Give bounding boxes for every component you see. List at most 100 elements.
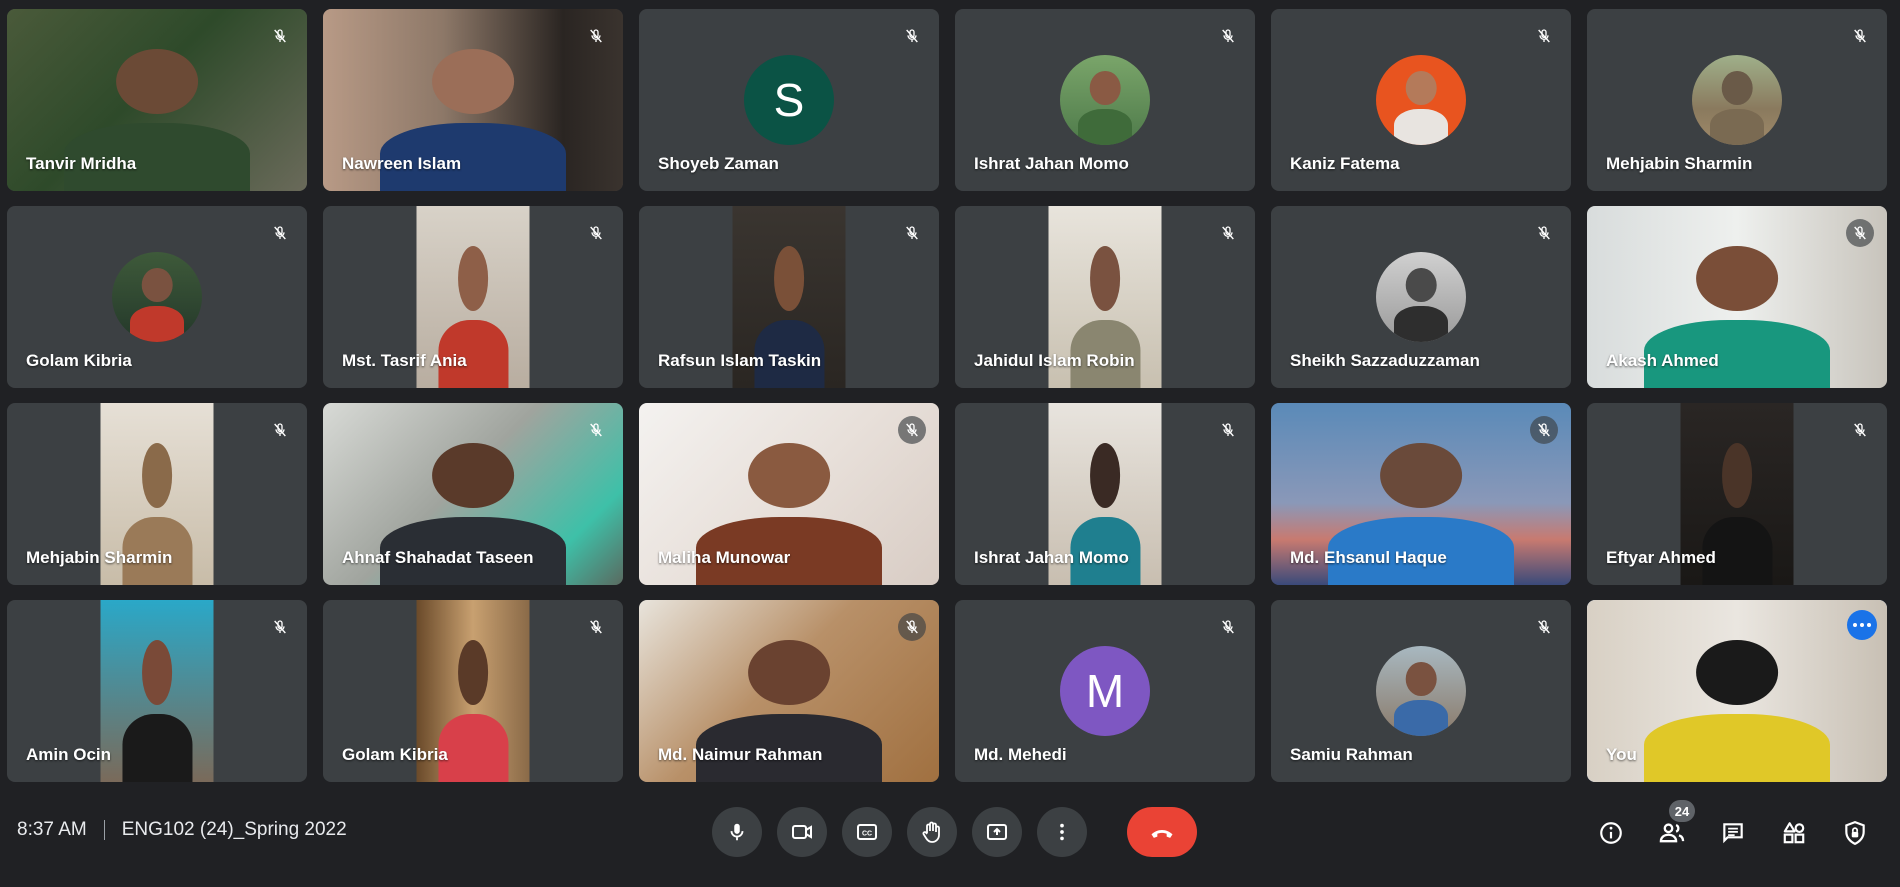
mic-off-icon [1846, 22, 1874, 50]
participant-tile[interactable]: Nawreen Islam [323, 9, 623, 191]
mic-off-icon [266, 22, 294, 50]
participant-tile[interactable]: M Md. Mehedi [955, 600, 1255, 782]
participant-tile[interactable]: Mehjabin Sharmin [1587, 9, 1887, 191]
meeting-details-button[interactable] [1592, 814, 1630, 852]
participant-tile[interactable]: Jahidul Islam Robin [955, 206, 1255, 388]
participant-figure [1644, 640, 1830, 782]
bottom-toolbar: 8:37 AM ENG102 (24)_Spring 2022 CC 24 [0, 793, 1900, 873]
participant-name: Mst. Tasrif Ania [342, 351, 467, 370]
hang-up-button[interactable] [1127, 807, 1197, 857]
participant-tile[interactable]: Amin Ocin [7, 600, 307, 782]
people-icon [1658, 819, 1686, 847]
participant-tile[interactable]: Eftyar Ahmed [1587, 403, 1887, 585]
participant-name: Nawreen Islam [342, 154, 462, 173]
mic-off-icon [898, 219, 926, 247]
participant-grid: Tanvir Mridha Nawreen Islam S Shoyeb Zam… [7, 9, 1887, 782]
camera-button[interactable] [777, 807, 827, 857]
participant-tile[interactable]: Tanvir Mridha [7, 9, 307, 191]
participant-name: Rafsun Islam Taskin [658, 351, 822, 370]
microphone-icon [726, 821, 748, 843]
mic-off-icon [582, 416, 610, 444]
microphone-button[interactable] [712, 807, 762, 857]
participant-tile[interactable]: S Shoyeb Zaman [639, 9, 939, 191]
host-controls-icon [1842, 820, 1868, 846]
mic-off-icon [1846, 416, 1874, 444]
mic-off-icon [1530, 219, 1558, 247]
meeting-title: ENG102 (24)_Spring 2022 [121, 819, 347, 840]
participant-name: Tanvir Mridha [26, 154, 137, 173]
participant-tile[interactable]: Kaniz Fatema [1271, 9, 1571, 191]
side-panel-icons: 24 [1592, 800, 1874, 852]
participant-tile[interactable]: Mehjabin Sharmin [7, 403, 307, 585]
participant-name: Md. Ehsanul Haque [1290, 548, 1447, 567]
mic-off-icon [582, 219, 610, 247]
more-options-button[interactable] [1037, 807, 1087, 857]
participant-name: You [1606, 745, 1637, 764]
mic-off-icon [582, 613, 610, 641]
mic-off-icon [1214, 416, 1242, 444]
more-options-button[interactable] [1847, 610, 1877, 640]
participant-tile[interactable]: Akash Ahmed [1587, 206, 1887, 388]
participant-tile[interactable]: Ishrat Jahan Momo [955, 9, 1255, 191]
mic-off-icon [1214, 219, 1242, 247]
mic-off-icon [1214, 613, 1242, 641]
participant-name: Ahnaf Shahadat Taseen [342, 548, 534, 567]
mic-off-icon [898, 613, 926, 641]
meeting-time: 8:37 AM [17, 819, 87, 840]
more-options-icon [1051, 821, 1073, 843]
participant-tile[interactable]: Samiu Rahman [1271, 600, 1571, 782]
participant-tile[interactable]: Mst. Tasrif Ania [323, 206, 623, 388]
raise-hand-icon [920, 820, 944, 844]
participant-tile[interactable]: Rafsun Islam Taskin [639, 206, 939, 388]
present-screen-icon [985, 820, 1009, 844]
activities-button[interactable] [1775, 814, 1813, 852]
mic-off-icon [898, 416, 926, 444]
participant-tile[interactable]: Ahnaf Shahadat Taseen [323, 403, 623, 585]
captions-button[interactable]: CC [842, 807, 892, 857]
mic-off-icon [1846, 219, 1874, 247]
meeting-info: 8:37 AM ENG102 (24)_Spring 2022 [17, 819, 347, 841]
participant-tile[interactable]: Sheikh Sazzaduzzaman [1271, 206, 1571, 388]
avatar-letter: S [773, 74, 805, 126]
chat-button[interactable] [1714, 814, 1752, 852]
mic-off-icon [266, 613, 294, 641]
participant-tile[interactable]: Golam Kibria [7, 206, 307, 388]
participant-name: Md. Naimur Rahman [658, 745, 823, 764]
activities-icon [1781, 820, 1807, 846]
participant-name: Amin Ocin [26, 745, 112, 764]
participant-tile[interactable]: Md. Ehsanul Haque [1271, 403, 1571, 585]
mic-off-icon [582, 22, 610, 50]
participant-video [100, 600, 214, 782]
avatar [1060, 55, 1150, 145]
mic-off-icon [1530, 22, 1558, 50]
avatar [112, 252, 202, 342]
mic-off-icon [1530, 416, 1558, 444]
participant-name: Ishrat Jahan Momo [974, 548, 1129, 567]
participant-name: Eftyar Ahmed [1606, 548, 1716, 567]
participant-name: Ishrat Jahan Momo [974, 154, 1129, 173]
participant-name: Samiu Rahman [1290, 745, 1413, 764]
participant-name: Sheikh Sazzaduzzaman [1290, 351, 1480, 370]
avatar [1376, 252, 1466, 342]
participant-name: Akash Ahmed [1606, 351, 1719, 370]
participant-tile[interactable]: Md. Naimur Rahman [639, 600, 939, 782]
participant-tile[interactable]: Golam Kibria [323, 600, 623, 782]
svg-text:CC: CC [862, 831, 872, 838]
mic-off-icon [266, 219, 294, 247]
self-tile[interactable]: You [1587, 600, 1887, 782]
participant-name: Kaniz Fatema [1290, 154, 1400, 173]
participant-name: Shoyeb Zaman [658, 154, 779, 173]
participant-tile[interactable]: Maliha Munowar [639, 403, 939, 585]
people-button[interactable]: 24 [1653, 800, 1695, 852]
participant-tile[interactable]: Ishrat Jahan Momo [955, 403, 1255, 585]
participant-count-badge: 24 [1669, 800, 1695, 822]
mic-off-icon [898, 22, 926, 50]
hang-up-icon [1148, 818, 1176, 846]
raise-hand-button[interactable] [907, 807, 957, 857]
participant-name: Golam Kibria [26, 351, 132, 370]
participant-name: Golam Kibria [342, 745, 448, 764]
present-button[interactable] [972, 807, 1022, 857]
divider [103, 820, 105, 840]
participant-name: Maliha Munowar [658, 548, 791, 567]
host-controls-button[interactable] [1836, 814, 1874, 852]
